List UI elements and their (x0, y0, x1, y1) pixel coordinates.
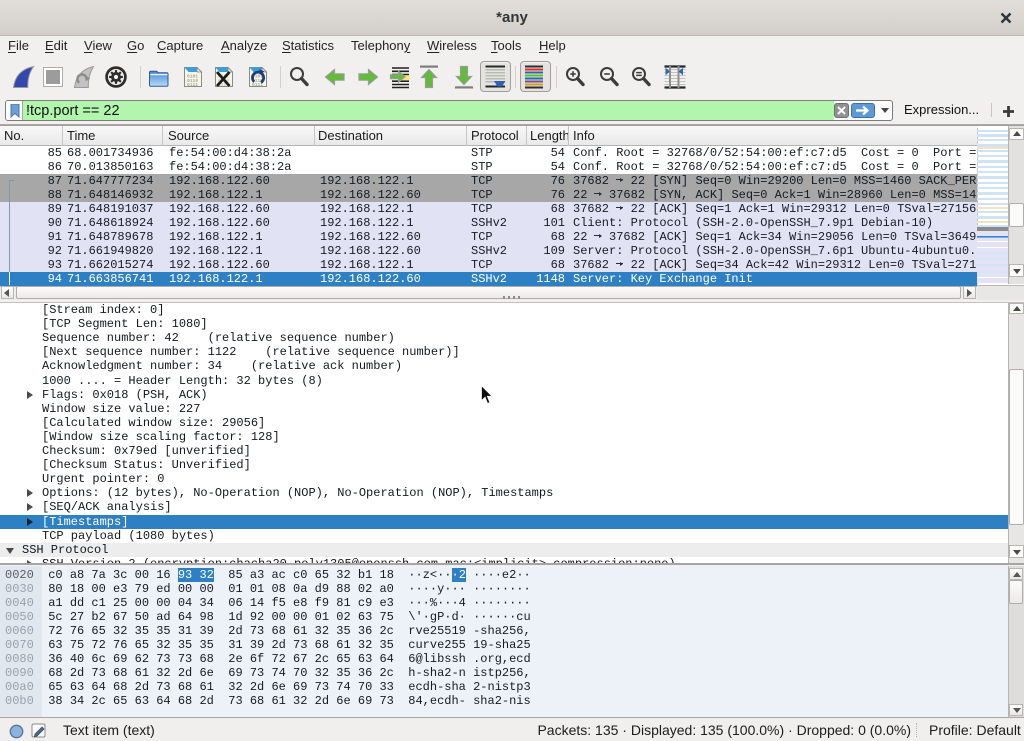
svg-text:0111: 0111 (187, 82, 198, 88)
